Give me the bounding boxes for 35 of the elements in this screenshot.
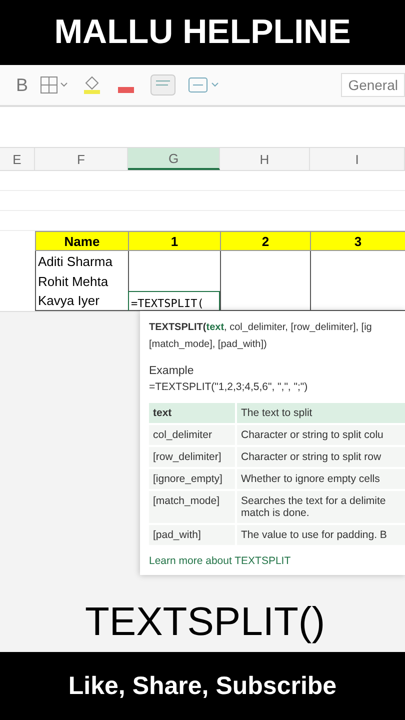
bold-button[interactable]: B (16, 74, 28, 96)
number-format-field[interactable]: General (341, 73, 405, 97)
argument-name: col_delimiter (149, 425, 237, 445)
function-signature-line: [match_mode], [pad_with]) (149, 338, 268, 352)
argument-description: The text to split (240, 406, 312, 421)
argument-name: [match_mode] (149, 491, 237, 523)
argument-description: The value to use for padding. B (240, 528, 387, 543)
function-signature: TEXTSPLIT(text, col_delimiter, [row_delimiter], [ig (149, 321, 373, 335)
argument-name: [pad_with] (149, 525, 237, 545)
wrap-text-icon[interactable] (150, 74, 176, 96)
column-header[interactable]: H (220, 148, 310, 170)
header-cell: 1 (128, 231, 220, 251)
argument-description: Searches the text for a delimite match is done. (240, 494, 386, 521)
header-cell: Name (35, 231, 128, 251)
argument-description: Character or string to split colu (240, 428, 384, 443)
banner-subtitle: Like, Share, Subscribe (68, 672, 337, 700)
table-cell: Aditi Sharma (35, 251, 128, 271)
borders-icon[interactable] (40, 76, 70, 94)
example-label: Example (149, 365, 195, 377)
video-caption: TEXTSPLIT() (85, 600, 326, 644)
argument-name: [row_delimiter] (149, 447, 237, 467)
learn-more-link[interactable]: Learn more about TEXTSPLIT (149, 555, 405, 567)
banner-title: MALLU HELPLINE (54, 13, 351, 52)
example-formula: =TEXTSPLIT("1,2,3;4,5,6", ",", ";") (149, 381, 309, 393)
column-header[interactable]: E (0, 148, 35, 170)
argument-description: Whether to ignore empty cells (240, 472, 380, 487)
argument-description: Character or string to split row (240, 450, 382, 465)
column-header[interactable]: G (128, 148, 220, 170)
table-cell: Rohit Mehta (35, 271, 128, 291)
argument-name: text (149, 403, 237, 423)
argument-name: [ignore_empty] (149, 469, 237, 489)
header-cell: 2 (220, 231, 310, 251)
column-header[interactable]: I (310, 148, 405, 170)
header-cell: 3 (310, 231, 405, 251)
active-cell[interactable]: =TEXTSPLIT( (128, 291, 220, 311)
